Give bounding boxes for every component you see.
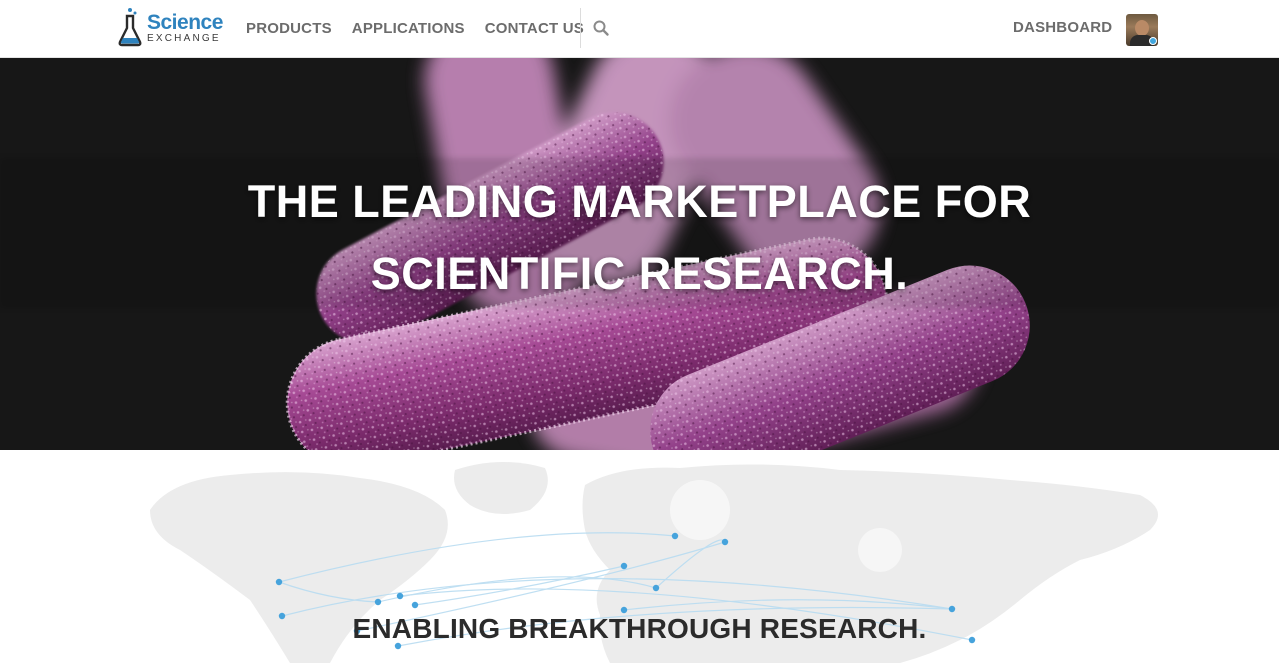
avatar-status-badge (1149, 37, 1157, 45)
section-tagline: ENABLING BREAKTHROUGH RESEARCH. (352, 613, 927, 644)
hero-title-line-2: SCIENTIFIC RESEARCH. (370, 248, 909, 299)
dashboard-link[interactable]: DASHBOARD (1013, 19, 1112, 36)
nav-applications[interactable]: APPLICATIONS (352, 20, 465, 37)
user-avatar[interactable] (1126, 14, 1158, 46)
main-nav: PRODUCTS APPLICATIONS CONTACT US (246, 0, 604, 57)
hero-banner: THE LEADING MARKETPLACE FOR SCIENTIFIC R… (0, 58, 1279, 450)
avatar-face (1135, 20, 1149, 36)
world-map-section: ENABLING BREAKTHROUGH RESEARCH. (0, 450, 1279, 663)
hero-title: THE LEADING MARKETPLACE FOR SCIENTIFIC R… (0, 166, 1279, 310)
nav-divider (580, 8, 581, 48)
nav-products[interactable]: PRODUCTS (246, 20, 332, 37)
hero-title-line-1: THE LEADING MARKETPLACE FOR (247, 176, 1032, 227)
logo-wordmark: Science (147, 11, 223, 34)
science-exchange-logo[interactable]: Science EXCHANGE (118, 6, 223, 48)
search-icon[interactable] (592, 19, 610, 37)
nav-contact-us[interactable]: CONTACT US (485, 20, 584, 37)
site-header: Science EXCHANGE PRODUCTS APPLICATIONS C… (0, 0, 1279, 58)
logo-subtitle: EXCHANGE (147, 33, 221, 44)
flask-logo-icon (118, 8, 142, 47)
